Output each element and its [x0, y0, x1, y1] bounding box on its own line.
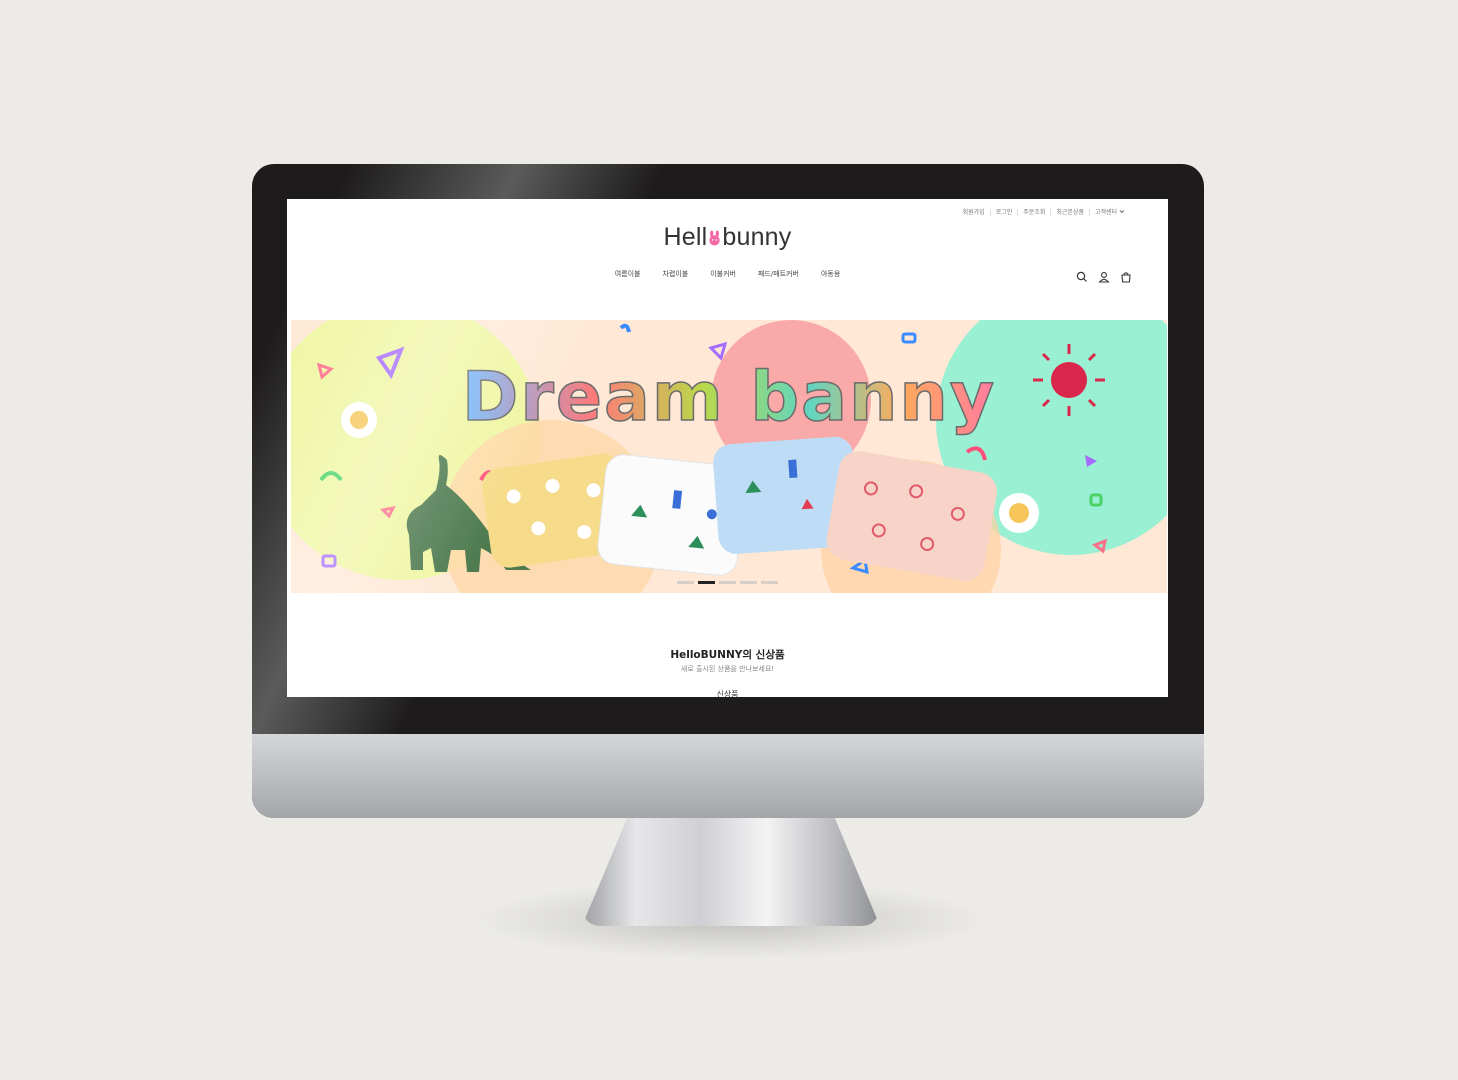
- slide-dot-5[interactable]: [761, 581, 778, 584]
- slide-dot-2[interactable]: [698, 581, 715, 584]
- section-subtitle: 새로 출시된 상품을 만나보세요!: [680, 665, 775, 673]
- util-link-cs[interactable]: 고객센터: [1088, 209, 1130, 216]
- header-icons: [1076, 268, 1132, 283]
- section-title: HelloBUNNY의 신상품: [670, 649, 785, 661]
- daisy-right: [999, 493, 1039, 533]
- nav-item-summer[interactable]: 여름이불: [615, 269, 641, 279]
- banner-pagination: [677, 581, 778, 584]
- banner-headline-text: Dream banny: [462, 358, 996, 437]
- user-icon[interactable]: [1098, 268, 1110, 283]
- search-icon[interactable]: [1076, 268, 1088, 282]
- slide-dot-4[interactable]: [740, 581, 757, 584]
- browser-screen: 회원가입 로그인 주문조회 최근본상품 고객센터 Hell bunny 여름이불…: [287, 199, 1168, 697]
- utility-menu: 회원가입 로그인 주문조회 최근본상품 고객센터: [958, 209, 1130, 216]
- slide-dot-1[interactable]: [677, 581, 694, 584]
- bunny-logo-icon: [709, 230, 721, 246]
- monitor-chin: [252, 734, 1204, 818]
- util-link-order[interactable]: 주문조회: [1017, 209, 1050, 216]
- nav-item-pad[interactable]: 패드/매트커버: [758, 269, 799, 279]
- main-nav: 여름이불 차렵이불 이불커버 패드/매트커버 아동용: [287, 269, 1168, 279]
- banner-headline: Dream banny: [461, 357, 996, 438]
- util-link-join[interactable]: 회원가입: [958, 209, 990, 216]
- tab-new-products[interactable]: 신상품: [287, 689, 1168, 697]
- chevron-down-icon: [1119, 210, 1125, 214]
- monitor: 회원가입 로그인 주문조회 최근본상품 고객센터 Hell bunny 여름이불…: [252, 164, 1204, 818]
- monitor-stand: [582, 812, 880, 926]
- main-banner[interactable]: Dream banny: [291, 320, 1167, 593]
- nav-item-kids[interactable]: 아동용: [821, 269, 840, 279]
- nav-item-cover[interactable]: 이불커버: [710, 269, 736, 279]
- nav-item-quilt[interactable]: 차렵이불: [662, 269, 688, 279]
- slide-dot-3[interactable]: [719, 581, 736, 584]
- cart-icon[interactable]: [1120, 268, 1132, 283]
- site-logo[interactable]: Hell bunny: [287, 223, 1168, 252]
- util-link-login[interactable]: 로그인: [989, 209, 1018, 216]
- util-link-recent[interactable]: 최근본상품: [1050, 209, 1089, 216]
